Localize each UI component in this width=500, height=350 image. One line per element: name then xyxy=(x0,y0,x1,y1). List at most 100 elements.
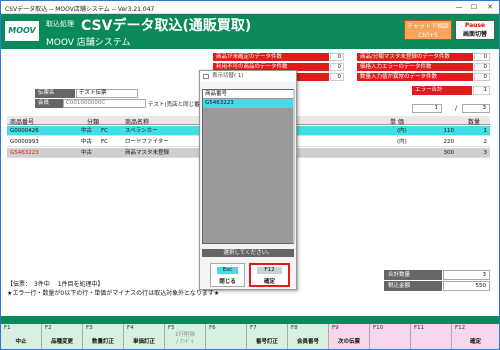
f4-fix-price-button[interactable]: F4 単価訂正 xyxy=(124,324,165,349)
close-window-button[interactable]: ✕ xyxy=(484,3,496,12)
row-class2: FC xyxy=(101,139,109,145)
fkey-label: 単価訂正 xyxy=(132,339,155,345)
row-class1: 中古 xyxy=(81,150,93,156)
system-name: MOOV 店舗システム xyxy=(46,38,131,48)
fkey-label: 1行削除 / ｱﾝﾄﾞｩ xyxy=(175,332,195,345)
fkey-number: F3 xyxy=(86,325,93,331)
page-total: 3 xyxy=(462,104,490,113)
col-qty: 数量 xyxy=(468,119,481,126)
row-name: スペランカー xyxy=(125,128,158,134)
fkey-number: F11 xyxy=(414,325,425,331)
window-icon xyxy=(203,74,209,79)
chat-support-button[interactable]: チャットで相談 Ctrl+S xyxy=(404,20,452,40)
fkey-number: F8 xyxy=(291,325,298,331)
row-price: 110 xyxy=(443,128,455,134)
fkey-label: 番号訂正 xyxy=(255,339,278,345)
close-label: 閉じる xyxy=(219,279,236,285)
row-code: G5463223 xyxy=(10,150,39,156)
stat-price-error-label: 価格入力エラーのデータ件数 xyxy=(357,63,473,71)
tax-incl-amount-label: 税込金額 xyxy=(384,281,442,291)
moov-logo: MOOV xyxy=(5,21,39,41)
stat-qty-error-value: 0 xyxy=(474,73,490,81)
pause-key: Pause xyxy=(464,22,486,29)
f5-delete-row-button[interactable]: F5 1行削除 / ｱﾝﾄﾞｩ xyxy=(165,324,206,349)
list-scrollbar[interactable] xyxy=(293,90,295,243)
stat-unavailable-value: 0 xyxy=(330,63,344,71)
row-price: 300 xyxy=(443,150,455,156)
row-name: ロードファイター xyxy=(125,139,169,145)
dialog-message: 選択してください。 xyxy=(202,249,294,257)
page-current: 1 xyxy=(412,104,442,113)
col-class: 分類 xyxy=(87,119,100,126)
screen-switch-label: 画面切替 xyxy=(462,31,487,38)
chat-label: チャットで相談 xyxy=(407,23,449,30)
dialog-confirm-button[interactable]: F12 確定 xyxy=(249,263,290,287)
fkey-label: 会員番号 xyxy=(296,339,319,345)
f1-abort-button[interactable]: F1 中止 xyxy=(1,324,42,349)
stat-unconfirmed-value: 0 xyxy=(330,53,344,61)
chat-shortcut: Ctrl+S xyxy=(418,32,438,39)
row-class1: 中古 xyxy=(81,139,93,145)
row-code: G0000993 xyxy=(10,139,39,145)
list-item[interactable]: G5463223 xyxy=(203,99,293,108)
f9-next-slip-button[interactable]: F9 次の伝票 xyxy=(329,324,370,349)
row-class1: 中古 xyxy=(81,128,93,134)
title-bar: CSVデータ取込 -- MOOV店舗システム -- Ver3.21.047 — … xyxy=(1,1,499,14)
fkey-number: F7 xyxy=(250,325,257,331)
page-separator: / xyxy=(455,105,458,112)
f3-fix-qty-button[interactable]: F3 数量訂正 xyxy=(83,324,124,349)
fkey-number: F4 xyxy=(127,325,134,331)
fkey-number: F2 xyxy=(45,325,52,331)
fkey-number: F9 xyxy=(332,325,339,331)
row-tax: (内) xyxy=(397,128,407,134)
stat-class-unregistered-value: 0 xyxy=(474,53,490,61)
row-name: 商品マスタ未登録 xyxy=(125,150,170,156)
f6-button[interactable]: F6 xyxy=(206,324,247,349)
member-code-field[interactable]: C001000000C xyxy=(63,99,146,108)
exclusion-note: ★エラー行・数量が0以下の行・単価がマイナスの行は取込対象外となります★ xyxy=(7,290,220,297)
row-qty: 1 xyxy=(483,128,488,134)
close-key: Esc xyxy=(217,267,238,274)
f10-button[interactable]: F10 xyxy=(370,324,411,349)
member-name: テスト(売店と同じ番 xyxy=(148,102,200,108)
fkey-label: 中止 xyxy=(15,339,27,345)
f11-button[interactable]: F11 xyxy=(411,324,452,349)
fkey-number: F6 xyxy=(209,325,216,331)
app-header: MOOV 取込処理 CSVデータ取込(通販買取) MOOV 店舗システム チャッ… xyxy=(1,14,499,49)
row-code: G0000426 xyxy=(10,128,39,134)
fkey-number: F12 xyxy=(455,325,466,331)
list-header: 商品番号 xyxy=(203,90,293,99)
col-name: 商品名称 xyxy=(125,119,150,126)
stat-price-error-value: 0 xyxy=(474,63,490,71)
maximize-button[interactable]: ☐ xyxy=(468,3,480,12)
error-total-value: 1 xyxy=(473,86,490,95)
slip-name-field[interactable]: テスト伝票 xyxy=(76,89,138,98)
fkey-label: 次の伝票 xyxy=(337,339,360,345)
error-total-label: エラー合計 xyxy=(412,86,472,95)
f8-member-number-button[interactable]: F8 会員番号 xyxy=(288,324,329,349)
confirm-key: F12 xyxy=(257,267,282,274)
col-code: 商品番号 xyxy=(10,119,35,126)
col-price: 単 価 xyxy=(390,119,404,126)
slip-name-label: 伝票名 xyxy=(35,89,75,98)
f12-confirm-button[interactable]: F12 確定 xyxy=(452,324,499,349)
screen-switch-button[interactable]: Pause 画面切替 xyxy=(455,20,495,40)
fkey-number: F10 xyxy=(373,325,384,331)
fkey-number: F1 xyxy=(4,325,11,331)
f2-change-type-button[interactable]: F2 品種変更 xyxy=(42,324,83,349)
page-title: CSVデータ取込(通販買取) xyxy=(81,18,252,34)
fkey-number: F5 xyxy=(168,325,175,331)
f7-fix-number-button[interactable]: F7 番号訂正 xyxy=(247,324,288,349)
process-label: 取込処理 xyxy=(46,20,74,28)
dialog-close-button[interactable]: Esc 閉じる xyxy=(210,263,245,287)
dialog-item-list[interactable]: 商品番号 G5463223 xyxy=(202,89,295,244)
footer-divider xyxy=(1,316,499,324)
stat-class-unregistered-label: 商品/分類マスタ未登録のデータ件数 xyxy=(357,53,473,61)
total-qty-value: 3 xyxy=(443,270,490,280)
row-class2: FC xyxy=(101,128,109,134)
stat-unconfirmed-label: 商品が未確定のデータ件数 xyxy=(213,53,329,61)
minimize-button[interactable]: — xyxy=(453,3,465,12)
stat-qty-error-label: 数量入力値が異常のデータ件数 xyxy=(357,73,473,81)
row-price: 220 xyxy=(443,139,455,145)
row-tax: (内) xyxy=(397,139,407,145)
